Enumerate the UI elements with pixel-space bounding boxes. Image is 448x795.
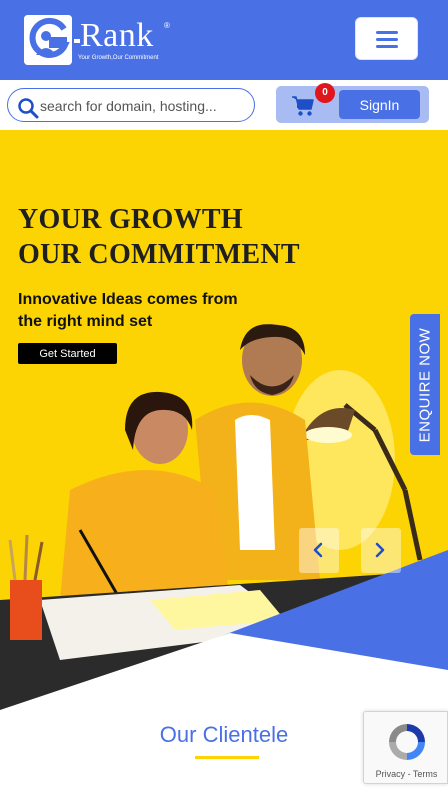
logo-name: Rank [80,17,154,54]
chevron-right-icon [375,542,385,558]
slider-next-button[interactable] [361,528,401,573]
menu-button[interactable] [355,17,418,60]
hero-title: YOUR GROWTH OUR COMMITMENT [18,202,318,272]
logo-g-icon [24,15,72,65]
hamburger-icon [376,31,398,34]
hero-subtitle: Innovative Ideas comes from the right mi… [18,291,238,330]
logo-registered-mark: ® [164,21,170,30]
logo-tagline: Your Growth,Our Commitment [78,55,159,61]
cart-signin-panel: 0 SignIn [276,83,429,123]
search-icon[interactable] [17,97,39,119]
logo-g-mark [24,15,72,65]
hero-title-line2: OUR COMMITMENT [18,239,300,270]
get-started-button[interactable]: Get Started [18,343,117,364]
search-input[interactable] [40,96,245,116]
enquire-now-tab[interactable]: ENQUIRE NOW [410,314,440,455]
enquire-now-label: ENQUIRE NOW [416,327,434,442]
brand-logo[interactable]: Rank ® Your Growth,Our Commitment [24,15,174,67]
hamburger-icon [376,38,398,41]
recaptcha-icon [389,724,425,760]
signin-button[interactable]: SignIn [339,90,420,119]
cart-count-badge: 0 [315,83,335,103]
recaptcha-badge[interactable]: Privacy - Terms [363,711,448,784]
recaptcha-links[interactable]: Privacy - Terms [364,769,448,779]
slider-prev-button[interactable] [299,528,339,573]
hero-title-line1: YOUR GROWTH [18,204,243,235]
hero-banner: YOUR GROWTH OUR COMMITMENT Innovative Id… [0,130,448,730]
site-header: Rank ® Your Growth,Our Commitment [0,0,448,80]
chevron-left-icon [313,542,323,558]
cart-icon[interactable] [291,95,315,117]
hamburger-icon [376,45,398,48]
search-box[interactable] [7,88,255,122]
clientele-underline [195,756,259,759]
search-bar: 0 SignIn [0,80,448,130]
